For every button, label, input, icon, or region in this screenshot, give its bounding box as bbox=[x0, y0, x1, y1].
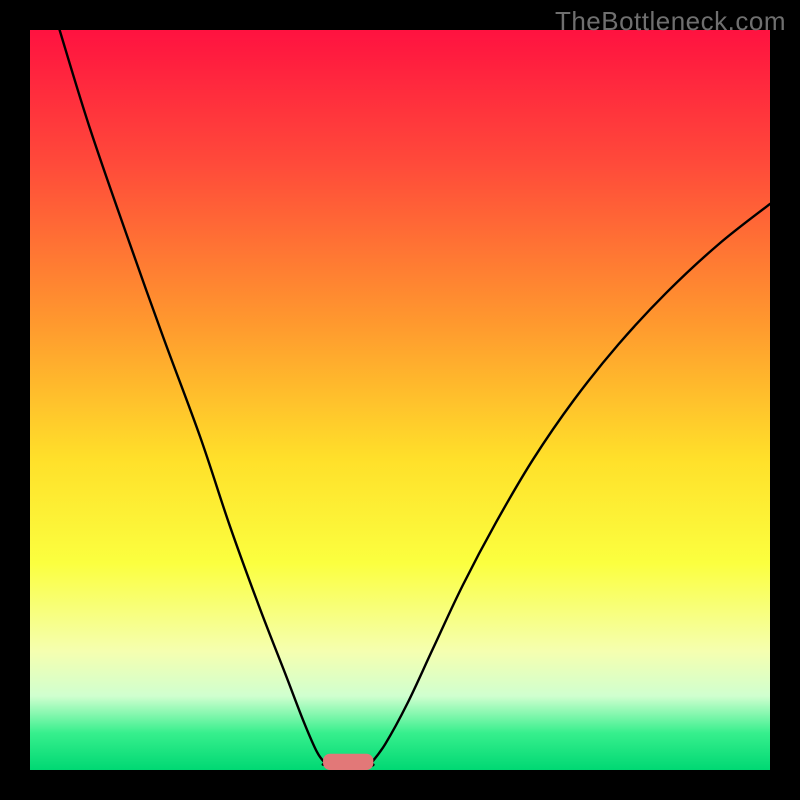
plot-background bbox=[30, 30, 770, 770]
optimal-marker bbox=[323, 754, 373, 770]
bottleneck-chart bbox=[0, 0, 800, 800]
chart-frame: TheBottleneck.com bbox=[0, 0, 800, 800]
